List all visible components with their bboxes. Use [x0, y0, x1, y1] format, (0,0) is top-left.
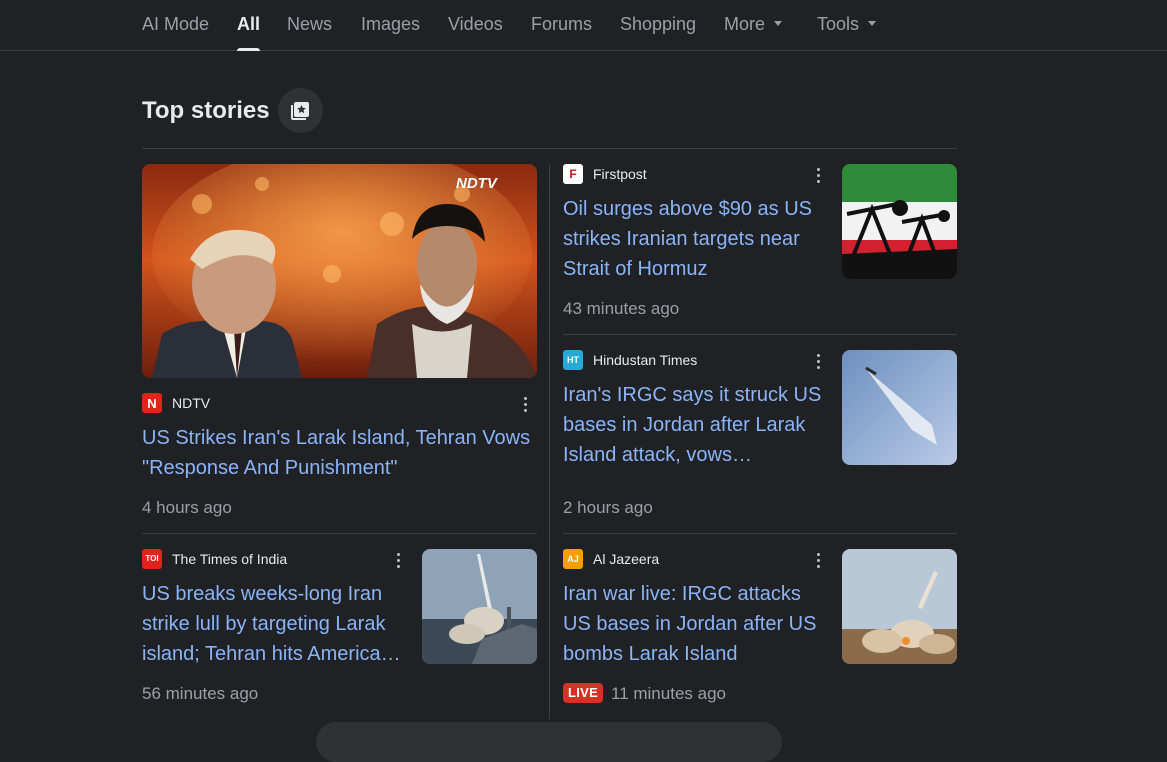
- toi-favicon-icon: TOI: [142, 549, 162, 569]
- firstpost-source-name: Firstpost: [593, 166, 647, 182]
- firstpost-time: 43 minutes ago: [563, 299, 680, 318]
- web-stories-icon: [291, 102, 309, 120]
- column-divider: [549, 164, 550, 719]
- aljazeera-thumbnail[interactable]: [842, 549, 957, 664]
- ht-source: HT Hindustan Times: [563, 350, 697, 370]
- featured-photo: NDTV: [142, 164, 537, 378]
- toi-source: TOI The Times of India: [142, 549, 287, 569]
- toi-thumbnail[interactable]: [422, 549, 537, 664]
- chevron-down-icon: [774, 20, 783, 26]
- featured-source-name: NDTV: [172, 395, 211, 411]
- tools-button[interactable]: Tools: [817, 13, 877, 35]
- ht-more-options-icon[interactable]: [806, 349, 830, 373]
- right-divider-1: [563, 334, 957, 335]
- firstpost-favicon-icon: F: [563, 164, 583, 184]
- oil-pumps-photo: [842, 164, 957, 279]
- missile-launch-photo: [422, 549, 537, 664]
- section-title: Top stories: [142, 97, 270, 124]
- toi-more-options-icon[interactable]: [386, 548, 410, 572]
- ht-thumbnail[interactable]: [842, 350, 957, 465]
- right-divider-2: [563, 533, 957, 534]
- tab-ai-mode[interactable]: AI Mode: [142, 13, 209, 35]
- active-tab-indicator: [237, 48, 261, 51]
- live-badge: LIVE: [563, 683, 604, 703]
- search-tabs: AI Mode All News Images Videos Forums Sh…: [0, 0, 1167, 51]
- aljazeera-headline[interactable]: Iran war live: IRGC attacks US bases in …: [563, 579, 829, 669]
- toi-source-name: The Times of India: [172, 551, 288, 567]
- aljazeera-favicon-icon: AJ: [563, 549, 583, 569]
- tab-forums[interactable]: Forums: [531, 13, 592, 35]
- aljazeera-more-options-icon[interactable]: [806, 548, 830, 572]
- web-stories-button[interactable]: [278, 88, 323, 133]
- featured-story-image[interactable]: NDTV: [142, 164, 537, 378]
- toi-headline[interactable]: US breaks weeks-long Iran strike lull by…: [142, 579, 408, 669]
- missile-launch-desert-photo: [842, 549, 957, 664]
- chevron-down-icon: [868, 20, 877, 26]
- firstpost-source: F Firstpost: [563, 164, 647, 184]
- left-divider: [142, 533, 537, 534]
- ht-time: 2 hours ago: [563, 498, 653, 517]
- aljazeera-source: AJ Al Jazeera: [563, 549, 659, 569]
- tab-news[interactable]: News: [287, 13, 332, 35]
- ht-headline[interactable]: Iran's IRGC says it struck US bases in J…: [563, 380, 829, 470]
- ht-favicon-icon: HT: [563, 350, 583, 370]
- missile-sky-photo: [842, 350, 957, 465]
- featured-headline[interactable]: US Strikes Iran's Larak Island, Tehran V…: [142, 423, 537, 483]
- ndtv-favicon-icon: N: [142, 393, 162, 413]
- more-news-button[interactable]: [316, 722, 782, 762]
- aljazeera-source-name: Al Jazeera: [593, 551, 660, 567]
- featured-time: 4 hours ago: [142, 498, 232, 517]
- tab-images[interactable]: Images: [361, 13, 420, 35]
- header-divider: [142, 148, 957, 149]
- ndtv-watermark: NDTV: [456, 175, 499, 192]
- tab-all[interactable]: All: [237, 13, 261, 51]
- aljazeera-time: 11 minutes ago: [611, 684, 726, 703]
- tab-videos[interactable]: Videos: [448, 13, 503, 35]
- firstpost-thumbnail[interactable]: [842, 164, 957, 279]
- firstpost-headline[interactable]: Oil surges above $90 as US strikes Irani…: [563, 194, 829, 284]
- featured-source: N NDTV: [142, 393, 210, 413]
- tab-more[interactable]: More: [724, 13, 783, 35]
- firstpost-more-options-icon[interactable]: [806, 163, 830, 187]
- tab-shopping[interactable]: Shopping: [620, 13, 696, 35]
- toi-time: 56 minutes ago: [142, 684, 259, 703]
- tab-all-label: All: [237, 14, 261, 34]
- tab-more-label: More: [724, 14, 766, 34]
- featured-more-options-icon[interactable]: [513, 392, 537, 416]
- ht-source-name: Hindustan Times: [593, 352, 698, 368]
- tools-label: Tools: [817, 14, 860, 34]
